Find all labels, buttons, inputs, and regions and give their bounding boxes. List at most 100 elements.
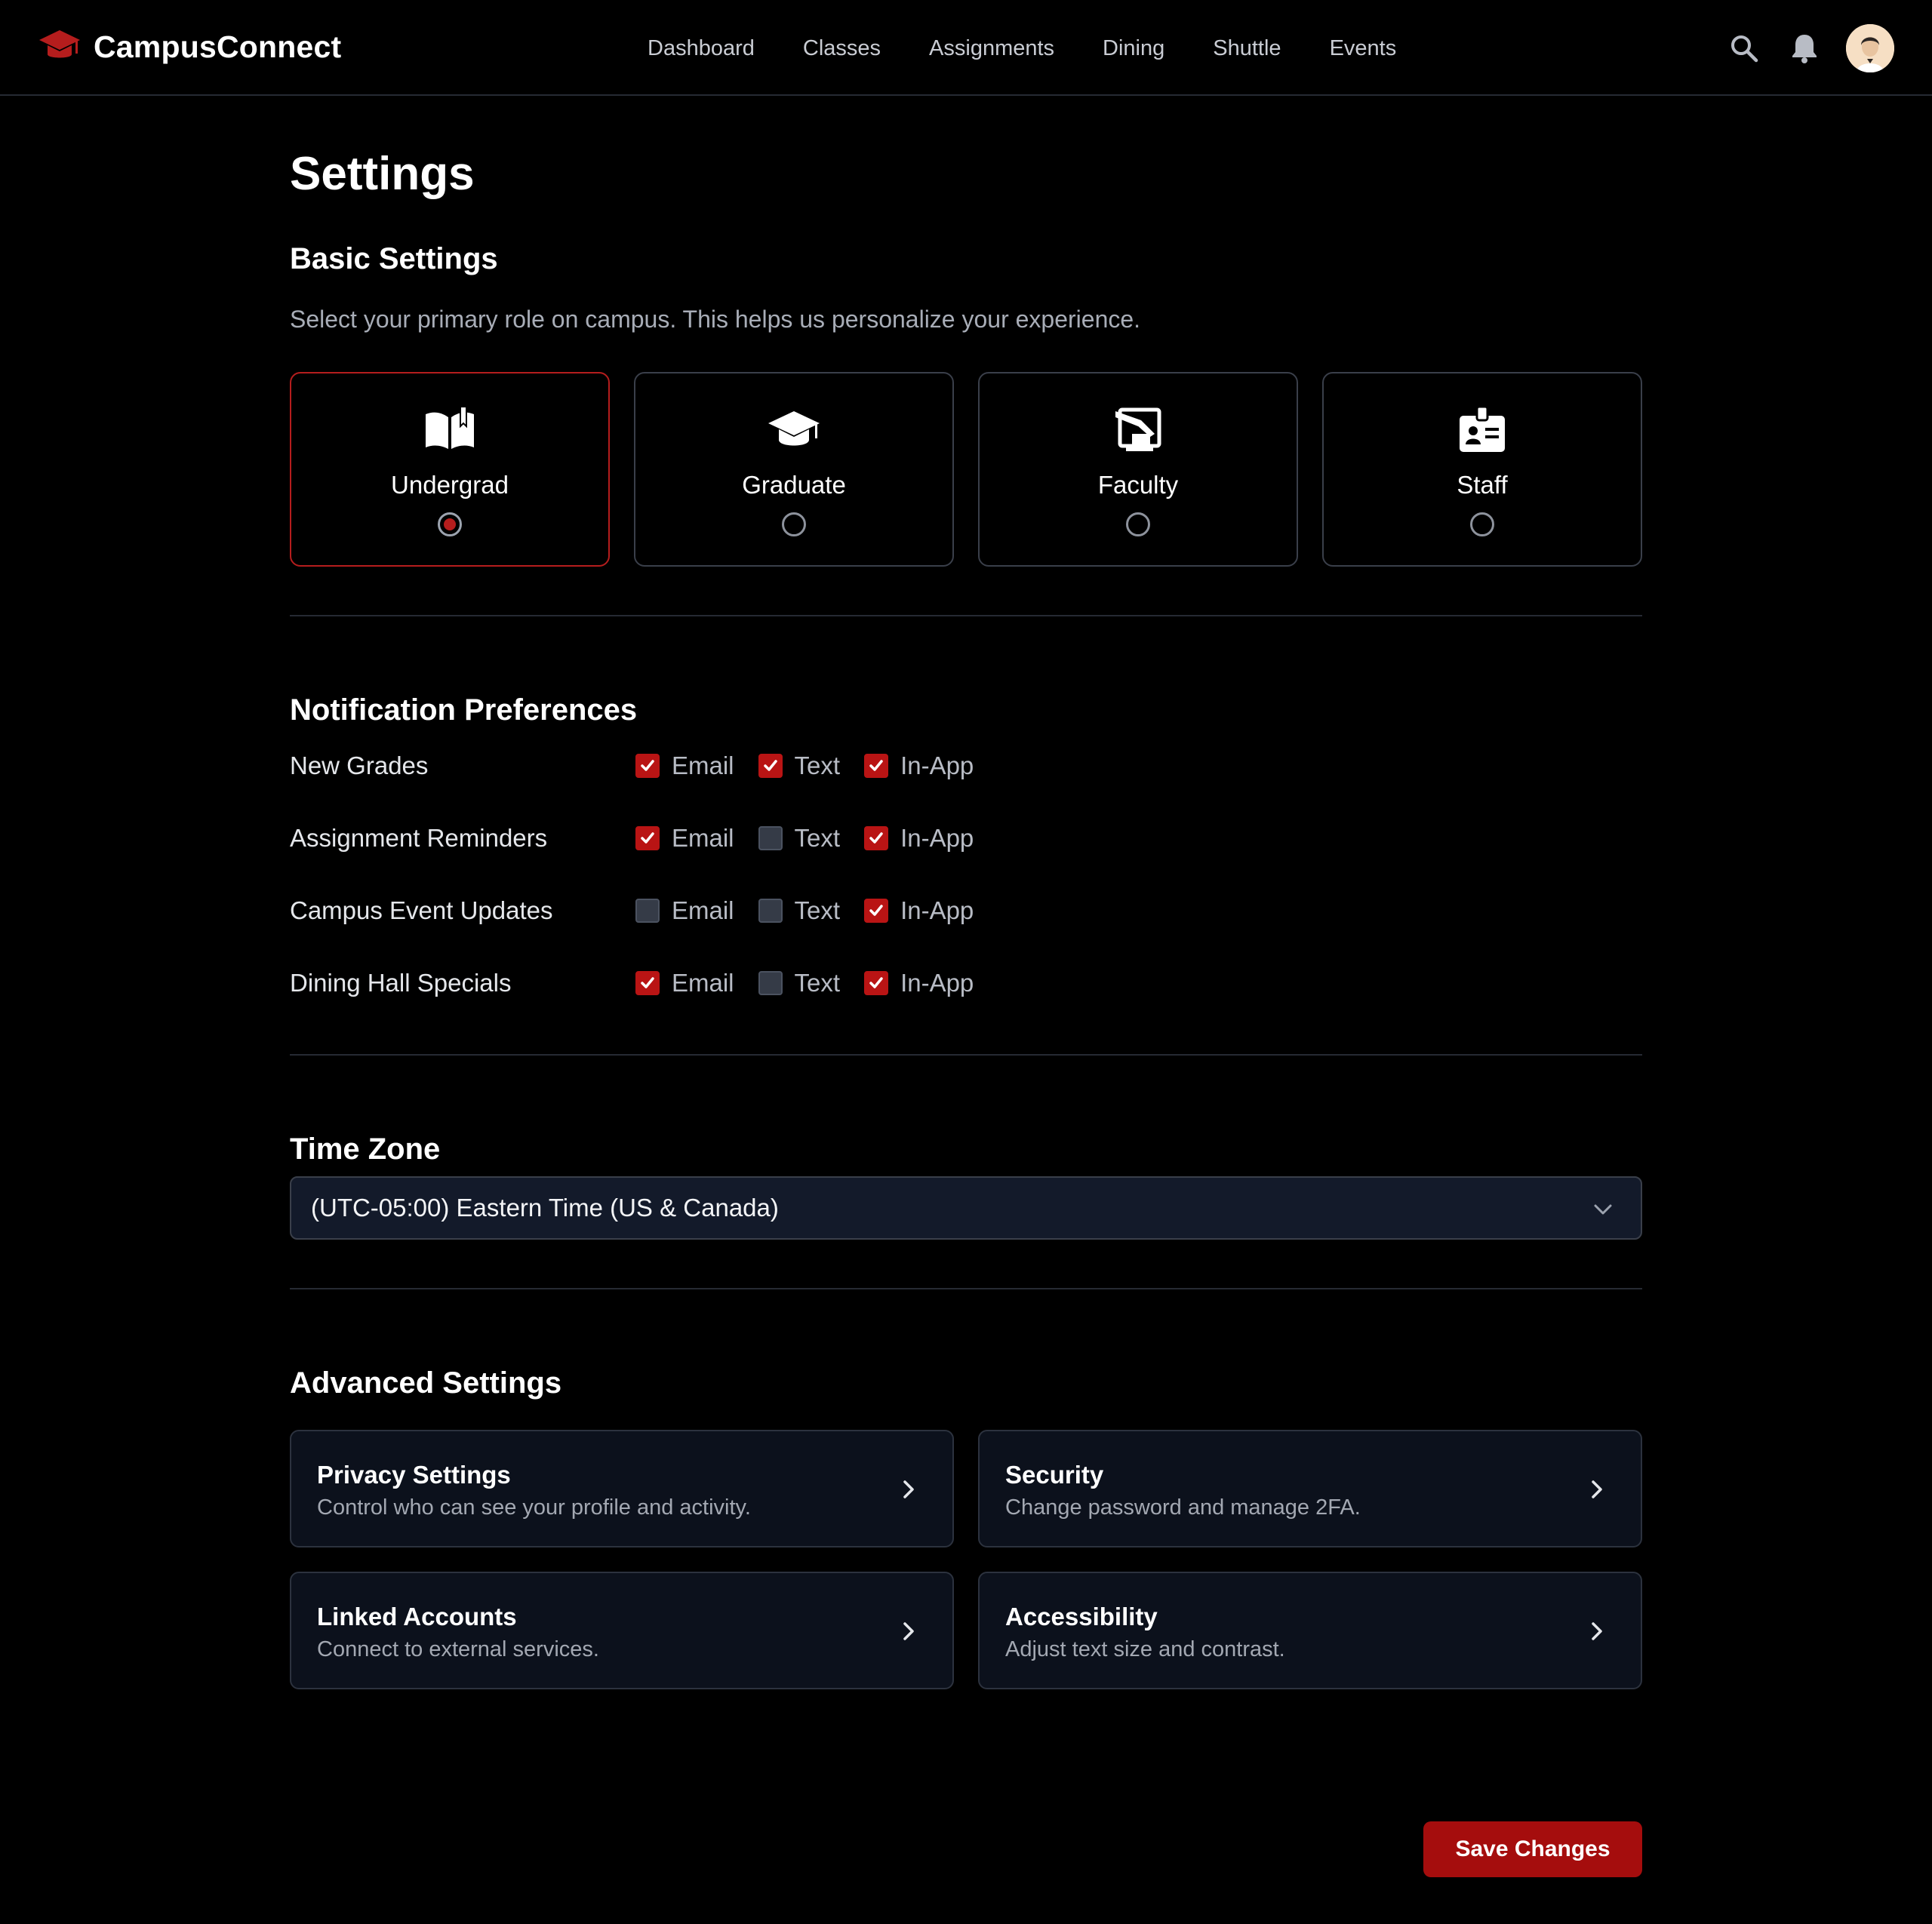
search-button[interactable] [1725,29,1763,67]
open-book-icon [426,406,474,449]
brand-name: CampusConnect [94,29,342,64]
text-checkbox-option[interactable]: Text [758,969,841,997]
text-checkbox-option[interactable]: Text [758,896,841,925]
time-zone-section: Time Zone (UTC-05:00) Eastern Time (US &… [290,1130,1642,1240]
in-app-checkbox[interactable] [864,826,889,850]
notification-row: New Grades Email Text In-App [290,730,1642,802]
advanced-settings-section: Advanced Settings Privacy Settings Contr… [290,1363,1642,1713]
security-card[interactable]: Security Change password and manage 2FA. [978,1430,1642,1547]
text-checkbox-label: Text [794,824,841,852]
in-app-checkbox-option[interactable]: In-App [864,824,974,853]
section-divider [290,1288,1642,1289]
advanced-settings-grid: Privacy Settings Control who can see you… [290,1430,1642,1713]
time-zone-selected-value: (UTC-05:00) Eastern Time (US & Canada) [311,1194,779,1222]
page-title: Settings [290,148,475,200]
basic-settings-section: Basic Settings Select your primary role … [290,239,1642,567]
role-options: Undergrad Graduate Faculty Staff [290,372,1642,567]
notifications-button[interactable] [1786,29,1823,67]
nav-item-events[interactable]: Events [1330,30,1397,66]
email-checkbox[interactable] [635,971,660,995]
role-label-undergrad: Undergrad [391,471,509,499]
bell-icon [1792,35,1817,63]
notification-type-label: Campus Event Updates [290,896,553,924]
text-checkbox-label: Text [794,751,841,779]
text-checkbox[interactable] [758,826,783,850]
notification-type-label: New Grades [290,751,429,779]
section-divider [290,615,1642,616]
top-navigation-bar: CampusConnect Dashboard Classes Assignme… [0,0,1932,96]
role-radio-graduate[interactable] [782,512,806,536]
checkmark-icon [641,760,654,771]
email-checkbox-label: Email [672,824,734,852]
email-checkbox-label: Email [672,896,734,924]
role-option-staff[interactable]: Staff [1322,372,1642,567]
section-title-time-zone: Time Zone [290,1133,441,1166]
in-app-checkbox-label: In-App [900,824,974,852]
chevron-down-icon [1594,1204,1612,1215]
email-checkbox-option[interactable]: Email [635,896,734,925]
role-option-graduate[interactable]: Graduate [634,372,954,567]
role-description: Select your primary role on campus. This… [290,306,1141,333]
nav-item-classes[interactable]: Classes [803,30,881,66]
text-checkbox[interactable] [758,899,783,923]
role-radio-staff[interactable] [1470,512,1494,536]
nav-item-dining[interactable]: Dining [1103,30,1164,66]
in-app-checkbox[interactable] [864,899,889,923]
email-checkbox[interactable] [635,826,660,850]
nav-item-assignments[interactable]: Assignments [929,30,1054,66]
graduation-cap-icon [768,411,820,446]
avatar[interactable] [1846,24,1894,72]
email-checkbox-option[interactable]: Email [635,751,734,780]
notification-type-label: Assignment Reminders [290,824,548,852]
save-changes-button[interactable]: Save Changes [1423,1821,1642,1877]
role-option-undergrad[interactable]: Undergrad [290,372,610,567]
card-title: Security [1005,1461,1104,1489]
email-checkbox[interactable] [635,754,660,778]
settings-page: Settings Basic Settings Select your prim… [290,96,1642,1877]
in-app-checkbox-option[interactable]: In-App [864,751,974,780]
text-checkbox-label: Text [794,969,841,997]
checkmark-icon [641,832,654,844]
graduation-cap-logo-icon [39,30,80,58]
text-checkbox-option[interactable]: Text [758,751,841,780]
checkmark-icon [869,760,883,771]
checkmark-icon [763,760,777,771]
role-radio-undergrad[interactable] [438,512,462,536]
search-icon [1731,35,1758,63]
email-checkbox-option[interactable]: Email [635,824,734,853]
notification-row: Assignment Reminders Email Text In-App [290,802,1642,874]
text-checkbox[interactable] [758,971,783,995]
role-radio-faculty[interactable] [1126,512,1150,536]
linked-accounts-card[interactable]: Linked Accounts Connect to external serv… [290,1572,954,1689]
privacy-settings-card[interactable]: Privacy Settings Control who can see you… [290,1430,954,1547]
role-label-staff: Staff [1457,471,1508,499]
accessibility-card[interactable]: Accessibility Adjust text size and contr… [978,1572,1642,1689]
email-checkbox[interactable] [635,899,660,923]
nav-item-shuttle[interactable]: Shuttle [1213,30,1281,66]
email-checkbox-option[interactable]: Email [635,969,734,997]
card-subtitle: Connect to external services. [317,1637,599,1661]
text-checkbox-label: Text [794,896,841,924]
notification-matrix: New Grades Email Text In-App Assignment Remi… [290,730,1642,1019]
role-label-graduate: Graduate [742,471,846,499]
time-zone-select[interactable]: (UTC-05:00) Eastern Time (US & Canada) [290,1176,1642,1240]
nav-item-dashboard[interactable]: Dashboard [648,30,755,66]
in-app-checkbox[interactable] [864,971,889,995]
role-option-faculty[interactable]: Faculty [978,372,1298,567]
email-checkbox-label: Email [672,751,734,779]
text-checkbox[interactable] [758,754,783,778]
text-checkbox-option[interactable]: Text [758,824,841,853]
card-subtitle: Adjust text size and contrast. [1005,1637,1285,1661]
notification-preferences-section: Notification Preferences New Grades Email… [290,690,1642,1019]
in-app-checkbox-option[interactable]: In-App [864,969,974,997]
chalkboard-teacher-icon [1115,407,1161,451]
section-title-notification-preferences: Notification Preferences [290,693,638,727]
card-title: Privacy Settings [317,1461,511,1489]
checkmark-icon [869,977,883,988]
brand-logo-link[interactable]: CampusConnect [38,27,341,66]
in-app-checkbox-option[interactable]: In-App [864,896,974,925]
section-title-basic-settings: Basic Settings [290,242,498,275]
in-app-checkbox[interactable] [864,754,889,778]
user-portrait-icon [1846,24,1894,72]
chevron-right-icon [903,1622,914,1640]
